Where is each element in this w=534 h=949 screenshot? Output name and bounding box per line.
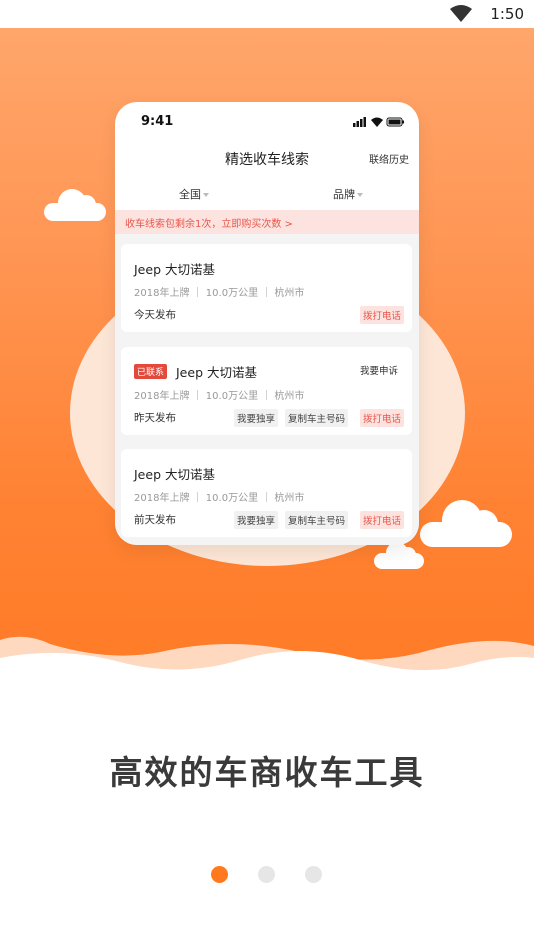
complain-link: 我要申诉 (359, 366, 398, 377)
exclusive-button: 我要独享 (234, 409, 279, 427)
brand-filter-label: 品牌 (333, 188, 355, 201)
copy-number-button: 复制车主号码 (285, 511, 349, 529)
copy-number-button: 复制车主号码 (285, 409, 349, 427)
car-meta: 2018年上牌 ｜ 10.0万公里 ｜ 杭州市 (134, 288, 305, 299)
lead-list: Jeep 大切诺基 2018年上牌 ｜ 10.0万公里 ｜ 杭州市 今天发布 拨… (115, 234, 419, 545)
cloud-decoration (374, 542, 424, 569)
feature-headline: 高效的车商收车工具 (109, 753, 425, 792)
exclusive-button: 我要独享 (234, 511, 279, 529)
page-indicator (0, 866, 534, 886)
lead-card: 已联系 Jeep 大切诺基 我要申诉 2018年上牌 ｜ 10.0万公里 ｜ 杭… (121, 347, 412, 435)
car-meta: 2018年上牌 ｜ 10.0万公里 ｜ 杭州市 (134, 391, 305, 402)
car-meta: 2018年上牌 ｜ 10.0万公里 ｜ 杭州市 (134, 493, 305, 504)
page-dot[interactable] (258, 866, 275, 883)
cloud-decoration (44, 189, 106, 221)
caret-down-icon (357, 193, 363, 197)
call-button: 拨打电话 (360, 409, 405, 427)
page-dot[interactable] (305, 866, 322, 883)
car-title: Jeep 大切诺基 (134, 262, 215, 277)
lead-card: Jeep 大切诺基 2018年上牌 ｜ 10.0万公里 ｜ 杭州市 今天发布 拨… (121, 244, 412, 332)
wave-divider (0, 636, 534, 710)
contact-history-link: 联络历史 (369, 155, 409, 166)
region-filter: 全国 (179, 186, 209, 202)
notice-bar: 收车线索包剩余1次，立即购买次数 > (115, 210, 419, 234)
notice-text: 收车线索包剩余1次，立即购买次数 > (125, 219, 293, 230)
brand-filter: 品牌 (333, 186, 363, 202)
publish-time: 昨天发布 (134, 412, 176, 424)
contacted-badge: 已联系 (134, 364, 168, 379)
call-button: 拨打电话 (360, 306, 405, 324)
phone-time: 9:41 (141, 114, 174, 129)
call-button: 拨打电话 (360, 511, 405, 529)
region-filter-label: 全国 (179, 188, 201, 201)
phone-status-icons (353, 117, 404, 127)
cloud-decoration (420, 500, 512, 547)
lead-card: Jeep 大切诺基 2018年上牌 ｜ 10.0万公里 ｜ 杭州市 前天发布 我… (121, 449, 412, 537)
car-title: Jeep 大切诺基 (176, 365, 257, 380)
car-title: Jeep 大切诺基 (134, 467, 215, 482)
status-time: 1:50 (490, 5, 524, 23)
publish-time: 今天发布 (134, 309, 176, 321)
page-dot-active[interactable] (211, 866, 228, 883)
phone-mockup: 9:41 精选收车线索 联络历史 全国 品牌 收车线索包剩余1次，立即购买次数 … (115, 102, 419, 545)
publish-time: 前天发布 (134, 514, 176, 526)
status-bar: 1:50 (0, 0, 534, 28)
wifi-icon (450, 5, 472, 22)
caret-down-icon (203, 193, 209, 197)
